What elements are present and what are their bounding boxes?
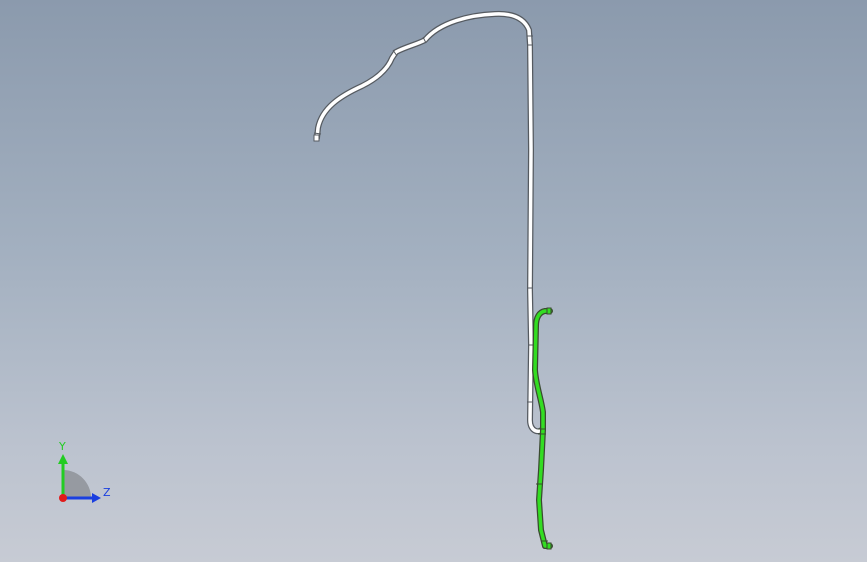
triad-z-label: Z	[103, 486, 111, 499]
triad-plane-quadrant	[63, 470, 91, 498]
white-pipe-outline	[314, 10, 546, 435]
white-pipe-assembly[interactable]	[313, 10, 546, 435]
graphics-viewport[interactable]: Y Z	[0, 0, 867, 562]
triad-y-label: Y	[58, 440, 66, 453]
green-pipe-bottom-cap	[546, 542, 552, 550]
triad-y-arrow	[58, 454, 68, 464]
model-scene[interactable]	[0, 0, 867, 562]
white-pipe-body	[315, 12, 545, 434]
triad-x-axis-dot	[59, 494, 67, 502]
reference-triad[interactable]: Y Z	[48, 438, 118, 508]
green-pipe-top-cap	[546, 307, 552, 315]
triad-z-arrow	[92, 493, 101, 503]
white-pipe-end-cap	[313, 134, 320, 142]
